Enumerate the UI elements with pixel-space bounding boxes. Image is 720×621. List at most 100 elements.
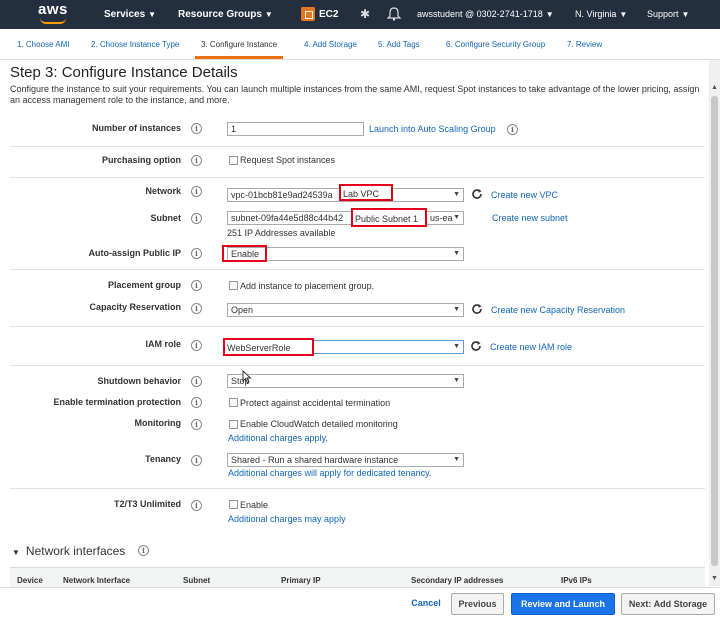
scrollbar-thumb[interactable] [711, 96, 718, 566]
tab-configure-instance[interactable]: 3. Configure Instance [195, 29, 284, 59]
info-icon[interactable]: i [191, 419, 202, 430]
capacity-select[interactable]: Open ▼ [227, 303, 464, 317]
subnet-name-highlight: Public Subnet 1 [351, 208, 427, 227]
column-header: Secondary IP addresses [411, 576, 504, 585]
divider [10, 146, 705, 147]
ec2-service-link[interactable]: EC2 [319, 0, 338, 29]
info-icon[interactable]: i [507, 124, 518, 135]
purchasing-option-label: Purchasing option [101, 155, 181, 165]
info-icon[interactable]: i [191, 186, 202, 197]
spot-checkbox[interactable] [229, 156, 238, 165]
cancel-button[interactable]: Cancel [404, 593, 448, 615]
termination-checkbox-label: Protect against accidental termination [240, 398, 391, 408]
region-menu[interactable]: N. Virginia ▼ [575, 0, 627, 29]
ip-available-text: 251 IP Addresses available [227, 228, 336, 238]
support-menu[interactable]: Support ▼ [647, 0, 689, 29]
create-capacity-link[interactable]: Create new Capacity Reservation [491, 305, 625, 315]
next-add-storage-button[interactable]: Next: Add Storage [621, 593, 715, 615]
page-description: Configure the instance to suit your requ… [10, 84, 700, 105]
create-vpc-link[interactable]: Create new VPC [491, 190, 558, 200]
tenancy-label: Tenancy [145, 454, 181, 464]
network-name-highlight: Lab VPC [339, 184, 393, 201]
review-and-launch-button[interactable]: Review and Launch [511, 593, 615, 615]
info-icon[interactable]: i [191, 455, 202, 466]
chevron-down-icon: ▼ [453, 306, 460, 313]
aws-logo[interactable]: aws [38, 1, 72, 25]
chevron-down-icon: ▼ [545, 10, 554, 19]
info-icon[interactable]: i [191, 303, 202, 314]
account-menu[interactable]: awsstudent @ 0302-2741-1718 ▼ [417, 0, 554, 29]
tab-choose-ami[interactable]: 1. Choose AMI [11, 29, 75, 60]
iam-role-highlight: WebServerRole [223, 338, 314, 356]
num-instances-input[interactable]: 1 [227, 122, 364, 136]
chevron-down-icon: ▼ [148, 10, 157, 19]
iam-role-label: IAM role [145, 339, 181, 349]
termination-checkbox[interactable] [229, 398, 238, 407]
mouse-cursor-icon [242, 370, 252, 384]
chevron-down-icon: ▼ [453, 343, 460, 350]
resource-groups-label: Resource Groups [178, 9, 262, 20]
monitoring-checkbox[interactable] [229, 420, 238, 429]
page-title: Step 3: Configure Instance Details [10, 64, 238, 81]
network-interfaces-title: Network interfaces [25, 544, 126, 558]
network-value: vpc-01bcb81e9ad24539a [231, 190, 333, 200]
info-icon[interactable]: i [191, 280, 202, 291]
tenancy-charges-link[interactable]: Additional charges will apply for dedica… [228, 468, 431, 478]
info-icon[interactable]: i [138, 545, 149, 556]
tab-configure-security-group[interactable]: 6. Configure Security Group [440, 29, 551, 60]
chevron-down-icon: ▼ [681, 10, 690, 19]
t2t3-checkbox[interactable] [229, 500, 238, 509]
support-label: Support [647, 9, 679, 19]
refresh-icon[interactable] [471, 303, 483, 315]
refresh-icon[interactable] [470, 340, 482, 352]
info-icon[interactable]: i [191, 123, 202, 134]
pin-icon[interactable]: ✱ [358, 7, 372, 21]
launch-asg-link[interactable]: Launch into Auto Scaling Group [369, 124, 496, 134]
tab-add-storage[interactable]: 4. Add Storage [298, 29, 363, 60]
placement-checkbox[interactable] [229, 281, 238, 290]
refresh-icon[interactable] [471, 188, 483, 200]
termination-protection-label: Enable termination protection [53, 397, 181, 407]
scroll-up-icon[interactable]: ▲ [711, 84, 718, 91]
monitoring-charges-link[interactable]: Additional charges apply. [228, 433, 328, 443]
tab-choose-instance-type[interactable]: 2. Choose Instance Type [85, 29, 185, 60]
info-icon[interactable]: i [191, 376, 202, 387]
t2t3-charges-link[interactable]: Additional charges may apply [228, 514, 346, 524]
create-subnet-link[interactable]: Create new subnet [492, 213, 568, 223]
divider [10, 326, 705, 327]
info-icon[interactable]: i [191, 248, 202, 259]
capacity-value: Open [231, 305, 254, 315]
shutdown-select[interactable]: Stop ▼ [227, 374, 464, 388]
services-menu[interactable]: Services ▼ [104, 0, 156, 29]
tenancy-select[interactable]: Shared - Run a shared hardware instance … [227, 453, 464, 467]
account-label: awsstudent @ 0302-2741-1718 [417, 9, 543, 19]
ec2-service-icon[interactable] [301, 7, 315, 21]
network-interfaces-table-header: Device Network Interface Subnet Primary … [10, 567, 705, 587]
bell-icon[interactable] [386, 7, 402, 21]
wizard-footer: Cancel Previous Review and Launch Next: … [0, 587, 720, 621]
info-icon[interactable]: i [191, 340, 202, 351]
tab-add-tags[interactable]: 5. Add Tags [372, 29, 426, 60]
t2t3-checkbox-label: Enable [240, 500, 269, 510]
info-icon[interactable]: i [191, 213, 202, 224]
column-header: IPv6 IPs [561, 576, 592, 585]
tenancy-value: Shared - Run a shared hardware instance [231, 455, 399, 465]
info-icon[interactable]: i [191, 500, 202, 511]
capacity-reservation-label: Capacity Reservation [89, 302, 181, 312]
column-header: Primary IP [281, 576, 321, 585]
aws-smile-icon [40, 18, 66, 24]
network-interfaces-toggle[interactable]: ▼ Network interfaces [12, 544, 125, 558]
info-icon[interactable]: i [191, 155, 202, 166]
divider [10, 269, 705, 270]
scroll-down-icon[interactable]: ▼ [711, 575, 718, 582]
resource-groups-menu[interactable]: Resource Groups ▼ [178, 0, 273, 29]
subnet-az: us-ea [430, 213, 453, 223]
chevron-down-icon: ▼ [453, 191, 460, 198]
tab-review[interactable]: 7. Review [561, 29, 608, 60]
create-iam-role-link[interactable]: Create new IAM role [490, 342, 572, 352]
subnet-select[interactable]: subnet-09fa44e5d88c44b42 ▼ [227, 211, 464, 225]
previous-button[interactable]: Previous [451, 593, 504, 615]
info-icon[interactable]: i [191, 397, 202, 408]
subnet-value: subnet-09fa44e5d88c44b42 [231, 213, 344, 223]
t2t3-unlimited-label: T2/T3 Unlimited [113, 499, 181, 509]
